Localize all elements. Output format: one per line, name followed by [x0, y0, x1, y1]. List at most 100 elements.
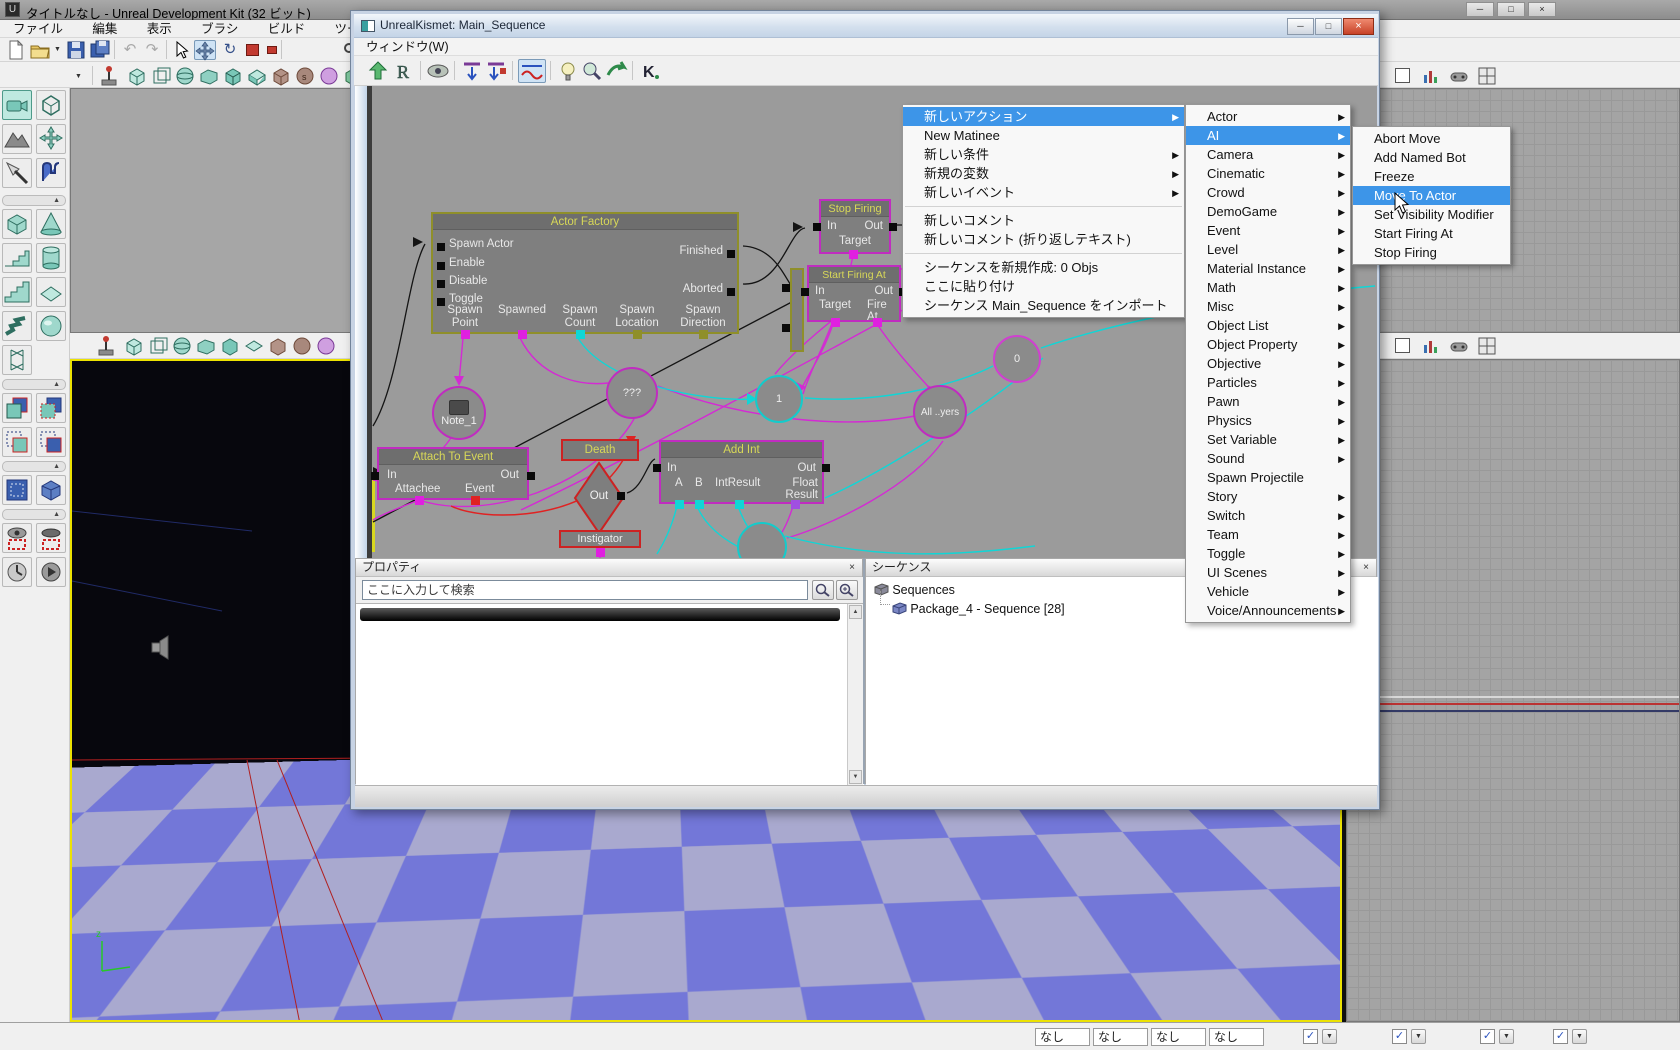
save-all-icon[interactable] — [90, 40, 110, 60]
builder-cone-button[interactable] — [36, 209, 66, 239]
ai-start-firing-at[interactable]: Start Firing At — [1353, 224, 1510, 243]
ai-stop-firing[interactable]: Stop Firing — [1353, 243, 1510, 262]
varpin-spawned[interactable] — [518, 330, 527, 339]
pin-stop-out[interactable] — [889, 223, 897, 231]
menu-new-comment-wrapped[interactable]: 新しいコメント (折り返しテキスト) — [903, 230, 1184, 249]
pin-in-spawn-actor[interactable] — [437, 243, 445, 251]
vp3-grid-icon[interactable] — [1476, 335, 1498, 357]
kismet-maximize-button[interactable]: □ — [1315, 18, 1342, 35]
varpin-floatresult[interactable] — [791, 500, 800, 509]
builder-stairs-button[interactable] — [2, 277, 32, 307]
zoom-to-fit-selected-icon[interactable] — [484, 59, 508, 83]
submenu-physics[interactable]: Physics▶ — [1186, 411, 1350, 430]
vp2-sphere-icon[interactable] — [171, 335, 193, 357]
pin-in-disable[interactable] — [437, 280, 445, 288]
csg-intersect-button[interactable] — [2, 427, 32, 457]
varpin-intresult[interactable] — [735, 500, 744, 509]
terrain-mode-button[interactable] — [2, 124, 32, 154]
submenu-cinematic[interactable]: Cinematic▶ — [1186, 164, 1350, 183]
scroll-up-icon[interactable]: ▲ — [849, 605, 862, 619]
ai-add-named-bot[interactable]: Add Named Bot — [1353, 148, 1510, 167]
rename-sequence-icon[interactable]: R — [392, 59, 416, 83]
geometry-edit-button[interactable] — [2, 158, 32, 188]
pin-out-finished[interactable] — [727, 250, 735, 258]
cube4-builder-icon[interactable] — [246, 65, 268, 87]
node-start-firing-at[interactable]: Start Firing At In Out Target Fire At — [807, 265, 901, 322]
viewport-maximize-icon[interactable] — [1392, 65, 1414, 87]
submenu-event[interactable]: Event▶ — [1186, 221, 1350, 240]
tree-item-sequences[interactable]: Sequences — [874, 583, 1174, 599]
submenu-voice-announcements[interactable]: Voice/Announcements▶ — [1186, 601, 1350, 620]
autosave-checkbox[interactable]: ✓ — [1553, 1029, 1568, 1044]
select-collapse-bar[interactable]: ▲ — [2, 509, 66, 520]
submenu-crowd[interactable]: Crowd▶ — [1186, 183, 1350, 202]
ai-set-visibility-modifier[interactable]: Set Visibility Modifier — [1353, 205, 1510, 224]
properties-grid[interactable]: ▲ ▼ — [356, 603, 864, 785]
varpin-a[interactable] — [675, 500, 684, 509]
menu-edit[interactable]: 編集 — [79, 20, 130, 38]
varpin-spawn-point[interactable] — [461, 330, 470, 339]
show-selected-button[interactable] — [2, 523, 32, 553]
submenu-actor[interactable]: Actor▶ — [1186, 107, 1350, 126]
open-dropdown-icon[interactable]: ▼ — [52, 40, 64, 60]
pin-attach-in[interactable] — [371, 472, 379, 480]
submenu-demogame[interactable]: DemoGame▶ — [1186, 202, 1350, 221]
vp2-brown-icon[interactable] — [267, 335, 289, 357]
realtime-preview-button[interactable] — [36, 557, 66, 587]
pin-in-enable[interactable] — [437, 262, 445, 270]
builder-volumetric-button[interactable] — [2, 345, 32, 375]
pin-stop-in[interactable] — [813, 223, 821, 231]
cube-wire-builder-icon[interactable] — [150, 65, 172, 87]
vp2-sphere2-icon[interactable] — [291, 335, 313, 357]
menu-new-comment[interactable]: 新しいコメント — [903, 211, 1184, 230]
node-fragment[interactable] — [790, 268, 804, 352]
properties-search-input[interactable] — [362, 580, 808, 600]
node-actor-factory[interactable]: Actor Factory Spawn Actor Enable Disable… — [431, 212, 739, 334]
submenu-material-instance[interactable]: Material Instance▶ — [1186, 259, 1350, 278]
varpin-spawn-direction[interactable] — [699, 330, 708, 339]
preset-dropdown-button[interactable]: ▼ — [70, 66, 88, 86]
pin-attach-out[interactable] — [527, 472, 535, 480]
properties-close-icon[interactable]: × — [845, 561, 859, 575]
submenu-objective[interactable]: Objective▶ — [1186, 354, 1350, 373]
csg-subtract-button[interactable] — [36, 393, 66, 423]
menu-new-variable[interactable]: 新規の変数▶ — [903, 164, 1184, 183]
submenu-switch[interactable]: Switch▶ — [1186, 506, 1350, 525]
pin-addint-in[interactable] — [653, 464, 661, 472]
pin-death-out[interactable] — [617, 492, 625, 500]
vp3-gamemode-icon[interactable] — [1448, 335, 1470, 357]
node-stop-firing[interactable]: Stop Firing In Out Target — [819, 199, 891, 254]
viewport-gamemode-icon[interactable] — [1448, 65, 1470, 87]
brown-sphere-builder-icon[interactable]: s — [294, 65, 316, 87]
save-icon[interactable] — [66, 40, 86, 60]
vp2-cubewire-icon[interactable] — [147, 335, 169, 357]
vp3-maximize-icon[interactable] — [1392, 335, 1414, 357]
camera-mode-button[interactable] — [2, 90, 32, 120]
menu-new-event[interactable]: 新しいイベント▶ — [903, 183, 1184, 202]
varpin-b[interactable] — [695, 500, 704, 509]
pin-addint-out[interactable] — [822, 464, 830, 472]
var-int-1[interactable]: 1 — [755, 375, 803, 423]
menu-build[interactable]: ビルド — [255, 20, 319, 38]
vp2-cube2-icon[interactable] — [195, 335, 217, 357]
rotate-tool-icon[interactable]: ↻ — [220, 40, 240, 60]
ai-freeze[interactable]: Freeze — [1353, 167, 1510, 186]
sequences-close-icon[interactable]: × — [1359, 561, 1373, 575]
open-parent-sequence-icon[interactable] — [366, 59, 390, 83]
select-special-button[interactable] — [2, 475, 32, 505]
builder-cube-button[interactable] — [2, 209, 32, 239]
scale-snap-dropdown-icon[interactable]: ▼ — [1499, 1029, 1514, 1044]
submenu-math[interactable]: Math▶ — [1186, 278, 1350, 297]
varpin-start-target[interactable] — [831, 318, 840, 327]
redo-icon[interactable]: ↷ — [142, 40, 162, 60]
main-minimize-button[interactable]: ─ — [1466, 2, 1494, 17]
search-options-button[interactable] — [836, 580, 858, 600]
builder-sheet-button[interactable] — [36, 277, 66, 307]
submenu-toggle[interactable]: Toggle▶ — [1186, 544, 1350, 563]
submenu-level[interactable]: Level▶ — [1186, 240, 1350, 259]
angle-snap-checkbox[interactable]: ✓ — [1392, 1029, 1407, 1044]
curve-editor-icon[interactable] — [518, 59, 546, 83]
joystick2-icon[interactable] — [95, 335, 117, 357]
kismet-minimize-button[interactable]: ─ — [1287, 18, 1314, 35]
scroll-down-icon[interactable]: ▼ — [849, 770, 862, 784]
